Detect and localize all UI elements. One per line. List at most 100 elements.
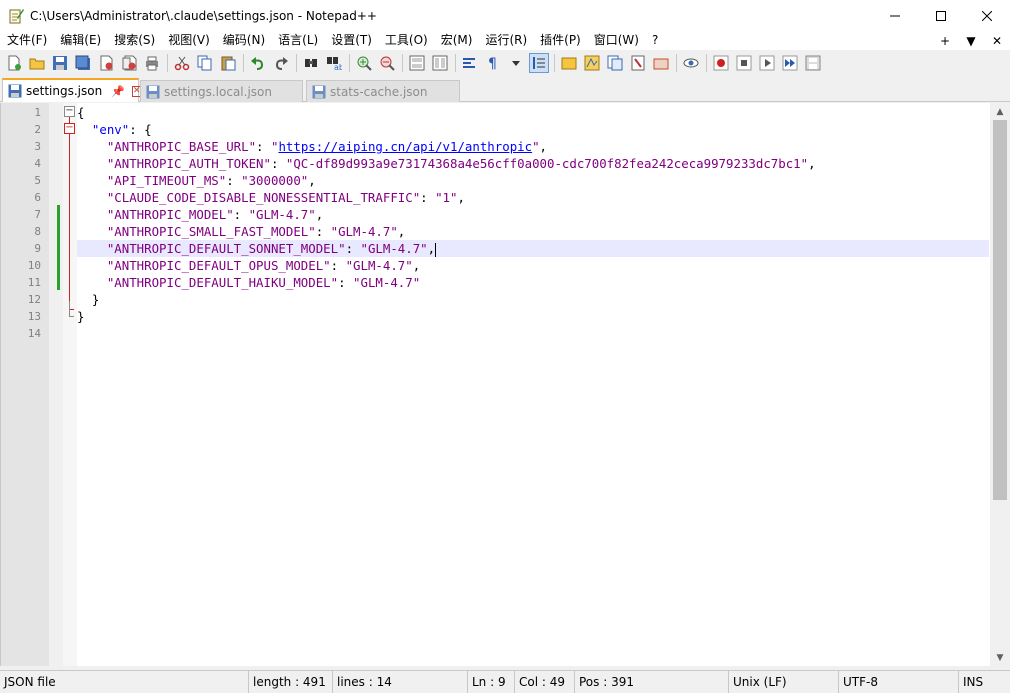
url-link[interactable]: https://aiping.cn/api/v1/anthropic [278,139,532,154]
menu-tools[interactable]: 工具(O) [378,31,434,50]
paste-icon[interactable] [218,53,238,73]
code-line[interactable]: "ANTHROPIC_DEFAULT_OPUS_MODEL": "GLM-4.7… [77,257,989,274]
pin-icon[interactable]: 📌 [111,85,125,98]
code-line[interactable]: "ANTHROPIC_SMALL_FAST_MODEL": "GLM-4.7", [77,223,989,240]
code-text-area[interactable]: { "env": { "ANTHROPIC_BASE_URL": "https:… [77,103,989,666]
scrollbar-thumb[interactable] [993,120,1007,500]
menu-window[interactable]: 窗口(W) [587,31,645,50]
maximize-button[interactable] [918,0,964,31]
sync-vertical-icon[interactable] [407,53,427,73]
cut-icon[interactable] [172,53,192,73]
code-token: : [345,241,361,256]
tab-stats-cache-json[interactable]: stats-cache.json [306,80,460,102]
save-icon[interactable] [50,53,70,73]
stop-macro-icon[interactable] [734,53,754,73]
doc-map-icon[interactable] [582,53,602,73]
code-line[interactable]: "ANTHROPIC_AUTH_TOKEN": "QC-df89d993a9e7… [77,155,989,172]
word-wrap-icon[interactable] [460,53,480,73]
play-macro-icon[interactable] [757,53,777,73]
code-line[interactable]: "API_TIMEOUT_MS": "3000000", [77,172,989,189]
bookmark-margin[interactable] [49,103,63,666]
indent-guide-icon[interactable] [529,52,549,73]
close-icon [982,10,992,21]
code-line[interactable]: "ANTHROPIC_DEFAULT_SONNET_MODEL": "GLM-4… [77,240,989,257]
code-token: : [338,275,354,290]
code-line[interactable]: "ANTHROPIC_BASE_URL": "https://aiping.cn… [77,138,989,155]
code-line[interactable]: "ANTHROPIC_DEFAULT_HAIKU_MODEL": "GLM-4.… [77,274,989,291]
menu-plugins[interactable]: 插件(P) [533,31,587,50]
menu-run[interactable]: 运行(R) [478,31,533,50]
line-number: 9 [34,242,41,255]
redo-icon[interactable] [271,53,291,73]
code-line[interactable]: "CLAUDE_CODE_DISABLE_NONESSENTIAL_TRAFFI… [77,189,989,206]
fold-toggle-icon[interactable]: − [64,123,75,134]
new-file-icon[interactable] [4,53,24,73]
code-line[interactable]: "env": { [77,121,989,138]
menu-language[interactable]: 语言(L) [271,31,324,50]
new-tab-button[interactable]: + [932,34,958,48]
code-line[interactable] [77,325,989,342]
zoom-out-icon[interactable] [377,53,397,73]
line-number: 11 [27,276,41,289]
menu-help[interactable]: ? [645,31,664,50]
code-token: } [77,309,85,324]
doc-list-icon[interactable] [628,53,648,73]
menu-view[interactable]: 视图(V) [161,31,216,50]
scroll-up-icon[interactable]: ▲ [990,103,1010,120]
tab-list-dropdown[interactable]: ▼ [958,34,984,48]
scroll-down-icon[interactable]: ▼ [990,649,1010,666]
print-icon[interactable] [142,53,162,73]
code-line[interactable]: "ANTHROPIC_MODEL": "GLM-4.7", [77,206,989,223]
close-tab-button[interactable]: ✕ [984,34,1010,48]
status-eol[interactable]: Unix (LF) [729,671,839,693]
code-token: "API_TIMEOUT_MS" [106,173,227,188]
function-list-icon[interactable] [605,53,625,73]
zoom-in-icon[interactable] [354,53,374,73]
line-number: 3 [34,140,41,153]
status-file-type: JSON file [0,671,249,693]
menu-encoding[interactable]: 编码(N) [216,31,271,50]
run-macro-multiple-icon[interactable] [780,53,800,73]
tab-settings-local-json[interactable]: settings.local.json [140,80,303,102]
copy-icon[interactable] [195,53,215,73]
tab-settings-json[interactable]: settings.json 📌 ✕ [2,78,142,102]
monitoring-icon[interactable] [681,53,701,73]
code-line[interactable]: { [77,104,989,121]
code-token: "ANTHROPIC_SMALL_FAST_MODEL" [106,224,316,239]
record-macro-icon[interactable] [711,53,731,73]
find-icon[interactable] [301,53,321,73]
fold-margin[interactable] [63,103,77,666]
code-line[interactable]: } [77,308,989,325]
code-line[interactable]: } [77,291,989,308]
tab-label: settings.json [26,84,103,98]
menu-settings[interactable]: 设置(T) [324,31,378,50]
vertical-scrollbar[interactable]: ▲ ▼ [990,103,1010,666]
open-file-icon[interactable] [27,53,47,73]
file-browser-icon[interactable] [651,53,671,73]
status-encoding[interactable]: UTF-8 [839,671,959,693]
menu-search[interactable]: 搜索(S) [107,31,161,50]
menu-edit[interactable]: 编辑(E) [53,31,107,50]
toolbar-separator [676,53,677,72]
status-insert-mode[interactable]: INS [959,671,1010,693]
save-all-icon[interactable] [73,53,93,73]
editor-area[interactable]: 1 2 3 4 5 6 7 8 9 10 11 12 13 14 − − { "env": { "ANTH… [0,103,1010,666]
menu-file[interactable]: 文件(F) [0,31,53,50]
replace-icon[interactable]: ab [324,53,344,73]
close-all-icon[interactable] [119,53,139,73]
folder-as-workspace-icon[interactable] [559,53,579,73]
close-file-icon[interactable] [96,53,116,73]
close-button[interactable] [964,0,1010,31]
show-all-chars-icon[interactable]: ¶ [483,53,503,73]
dropdown-icon[interactable] [506,53,526,73]
undo-icon[interactable] [248,53,268,73]
line-number: 6 [34,191,41,204]
minimize-button[interactable] [872,0,918,31]
tab-label: stats-cache.json [330,84,428,99]
code-token: , [315,207,324,222]
menu-macro[interactable]: 宏(M) [434,31,479,50]
sync-horizontal-icon[interactable] [430,53,450,73]
save-macro-icon[interactable] [803,53,823,73]
fold-toggle-icon[interactable]: − [64,106,75,117]
